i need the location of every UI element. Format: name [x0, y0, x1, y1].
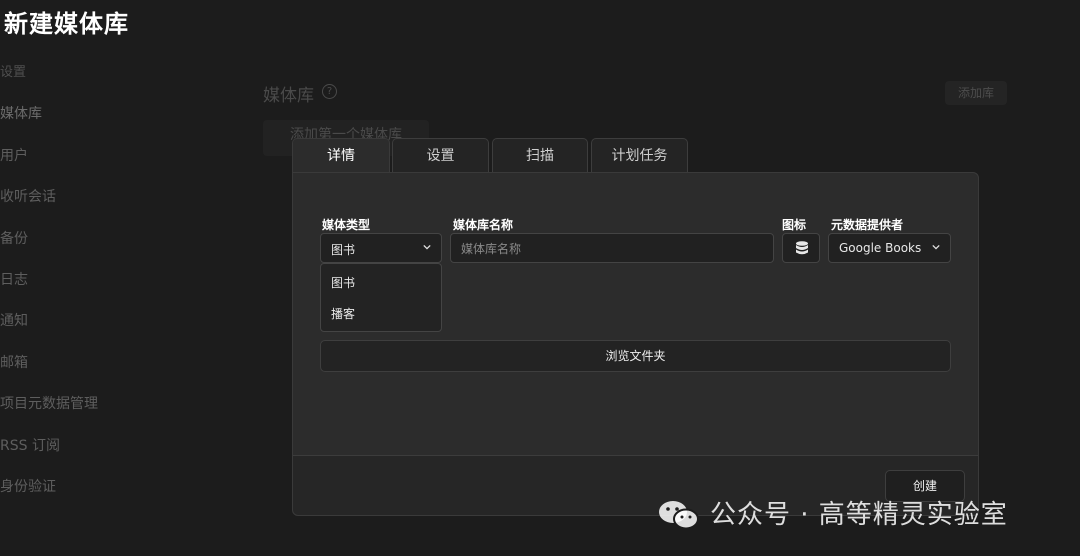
sidebar-item-settings[interactable]: 设置: [0, 58, 150, 99]
metadata-provider-select[interactable]: Google Books: [828, 233, 951, 263]
page-title: 新建媒体库: [4, 10, 129, 38]
settings-sidebar: 设置 媒体库 用户 收听会话 备份 日志 通知 邮箱 项目元数据管理 RSS 订…: [0, 58, 150, 513]
tab-details[interactable]: 详情: [292, 138, 390, 175]
wechat-logo-icon: [659, 501, 699, 530]
sidebar-item-item-metadata[interactable]: 项目元数据管理: [0, 389, 150, 430]
chevron-down-icon: [423, 244, 431, 250]
sidebar-item-users[interactable]: 用户: [0, 141, 150, 182]
sidebar-item-authentication[interactable]: 身份验证: [0, 472, 150, 513]
library-name-placeholder: 媒体库名称: [461, 242, 522, 256]
sidebar-item-libraries[interactable]: 媒体库: [0, 99, 150, 140]
question-circle-icon[interactable]: ?: [322, 84, 337, 99]
icon-picker-button[interactable]: [782, 233, 820, 263]
tab-schedule[interactable]: 计划任务: [591, 138, 688, 173]
libraries-section-title: 媒体库: [263, 86, 314, 106]
add-library-button[interactable]: 添加库: [945, 81, 1007, 105]
watermark-text: 公众号 · 高等精灵实验室: [710, 500, 1008, 530]
metadata-provider-label: 元数据提供者: [831, 218, 904, 232]
metadata-provider-value: Google Books: [839, 241, 922, 255]
media-type-dropdown: 图书 播客: [320, 263, 442, 332]
browse-folder-button[interactable]: 浏览文件夹: [320, 340, 951, 372]
sidebar-item-rss-feeds[interactable]: RSS 订阅: [0, 431, 150, 472]
tab-settings[interactable]: 设置: [392, 138, 489, 173]
sidebar-item-backups[interactable]: 备份: [0, 224, 150, 265]
database-icon: [796, 241, 808, 255]
media-type-option-podcast[interactable]: 播客: [331, 305, 355, 322]
library-name-input[interactable]: 媒体库名称: [450, 233, 774, 263]
chevron-down-icon: [932, 244, 940, 250]
media-type-value: 图书: [331, 243, 356, 257]
sidebar-item-notifications[interactable]: 通知: [0, 306, 150, 347]
sidebar-item-email[interactable]: 邮箱: [0, 348, 150, 389]
media-type-label: 媒体类型: [322, 218, 371, 232]
icon-label: 图标: [782, 218, 807, 232]
library-name-label: 媒体库名称: [453, 218, 514, 232]
media-type-option-book[interactable]: 图书: [331, 274, 355, 291]
tab-scanner[interactable]: 扫描: [492, 138, 588, 173]
sidebar-item-listening-sessions[interactable]: 收听会话: [0, 182, 150, 223]
media-type-select[interactable]: 图书: [320, 233, 442, 263]
sidebar-item-logs[interactable]: 日志: [0, 265, 150, 306]
